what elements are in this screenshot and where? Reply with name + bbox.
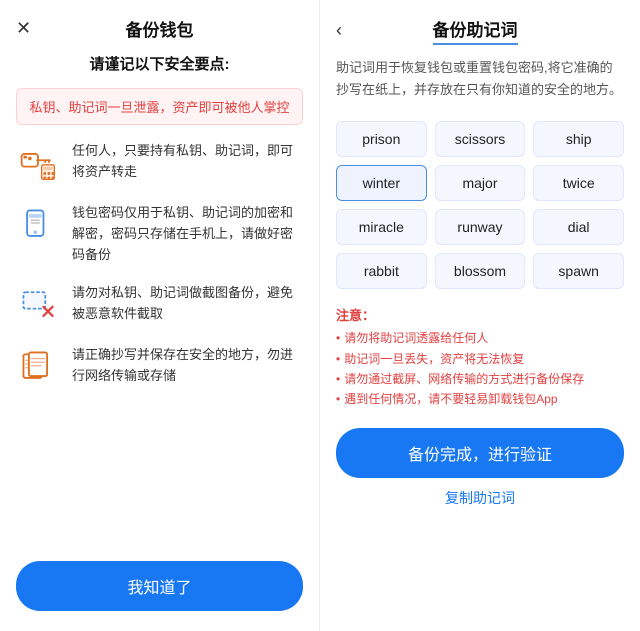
word-cell-7: miracle (336, 209, 427, 245)
copy-mnemonic-link[interactable]: 复制助记词 (445, 488, 515, 508)
warning-banner: 私钥、助记词一旦泄露，资产即可被他人掌控 (16, 88, 303, 125)
left-title: 备份钱包 (126, 16, 194, 41)
left-header: ✕ 备份钱包 (0, 0, 319, 53)
notice-item-3: 请勿通过截屏、网络传输的方式进行备份保存 (336, 369, 624, 389)
security-items: 任何人，只要持有私钥、助记词，即可将资产转走 钱包密码仅用于私钥、助记词的加密和… (0, 141, 319, 549)
word-cell-1: prison (336, 121, 427, 157)
right-footer: 备份完成，进行验证 复制助记词 (320, 420, 640, 512)
notice-title: 注意： (336, 305, 624, 324)
back-icon[interactable]: ‹ (336, 20, 342, 41)
security-item-phone: 钱包密码仅用于私钥、助记词的加密和解密，密码只存储在手机上，请做好密码备份 (16, 203, 303, 265)
phone-icon (16, 203, 60, 247)
screenshot-icon (16, 283, 60, 327)
left-footer: 我知道了 (0, 549, 319, 611)
security-item-screenshot-text: 请勿对私钥、助记词做截图备份，避免被恶意软件截取 (72, 283, 303, 325)
word-cell-11: blossom (435, 253, 526, 289)
security-item-phone-text: 钱包密码仅用于私钥、助记词的加密和解密，密码只存储在手机上，请做好密码备份 (72, 203, 303, 265)
security-item-copy-text: 请正确抄写并保存在安全的地方，勿进行网络传输或存储 (72, 345, 303, 387)
word-cell-10: rabbit (336, 253, 427, 289)
security-item-key: 任何人，只要持有私钥、助记词，即可将资产转走 (16, 141, 303, 185)
word-cell-6: twice (533, 165, 624, 201)
security-item-key-text: 任何人，只要持有私钥、助记词，即可将资产转走 (72, 141, 303, 183)
left-panel: ✕ 备份钱包 请谨记以下安全要点: 私钥、助记词一旦泄露，资产即可被他人掌控 (0, 0, 320, 631)
right-title: 备份助记词 (433, 16, 518, 45)
word-grid: prisonscissorsship wintermajortwice miracl… (320, 113, 640, 301)
notice-item-1: 请勿将助记词透露给任何人 (336, 328, 624, 348)
security-item-screenshot: 请勿对私钥、助记词做截图备份，避免被恶意软件截取 (16, 283, 303, 327)
right-header: ‹ 备份助记词 (320, 0, 640, 57)
right-panel: ‹ 备份助记词 助记词用于恢复钱包或重置钱包密码,将它准确的抄写在纸上，并存放在… (320, 0, 640, 631)
mnemonic-description: 助记词用于恢复钱包或重置钱包密码,将它准确的抄写在纸上，并存放在只有你知道的安全… (320, 57, 640, 113)
word-cell-12: spawn (533, 253, 624, 289)
notice-items: 请勿将助记词透露给任何人助记词一旦丢失，资产将无法恢复请勿通过截屏、网络传输的方… (336, 328, 624, 410)
know-button[interactable]: 我知道了 (16, 561, 303, 611)
security-title: 请谨记以下安全要点: (0, 53, 319, 74)
copy-icon (16, 345, 60, 389)
notice-section: 注意： 请勿将助记词透露给任何人助记词一旦丢失，资产将无法恢复请勿通过截屏、网络… (320, 301, 640, 420)
word-cell-2: scissors (435, 121, 526, 157)
key-icon (16, 141, 60, 185)
right-title-container: 备份助记词 (350, 16, 624, 45)
notice-item-2: 助记词一旦丢失，资产将无法恢复 (336, 349, 624, 369)
word-cell-9: dial (533, 209, 624, 245)
word-cell-8: runway (435, 209, 526, 245)
security-item-copy: 请正确抄写并保存在安全的地方，勿进行网络传输或存储 (16, 345, 303, 389)
word-cell-3: ship (533, 121, 624, 157)
word-cell-5: major (435, 165, 526, 201)
word-cell-4: winter (336, 165, 427, 201)
notice-item-4: 遇到任何情况，请不要轻易卸载钱包App (336, 389, 624, 409)
close-icon[interactable]: ✕ (16, 18, 31, 39)
backup-button[interactable]: 备份完成，进行验证 (336, 428, 624, 478)
